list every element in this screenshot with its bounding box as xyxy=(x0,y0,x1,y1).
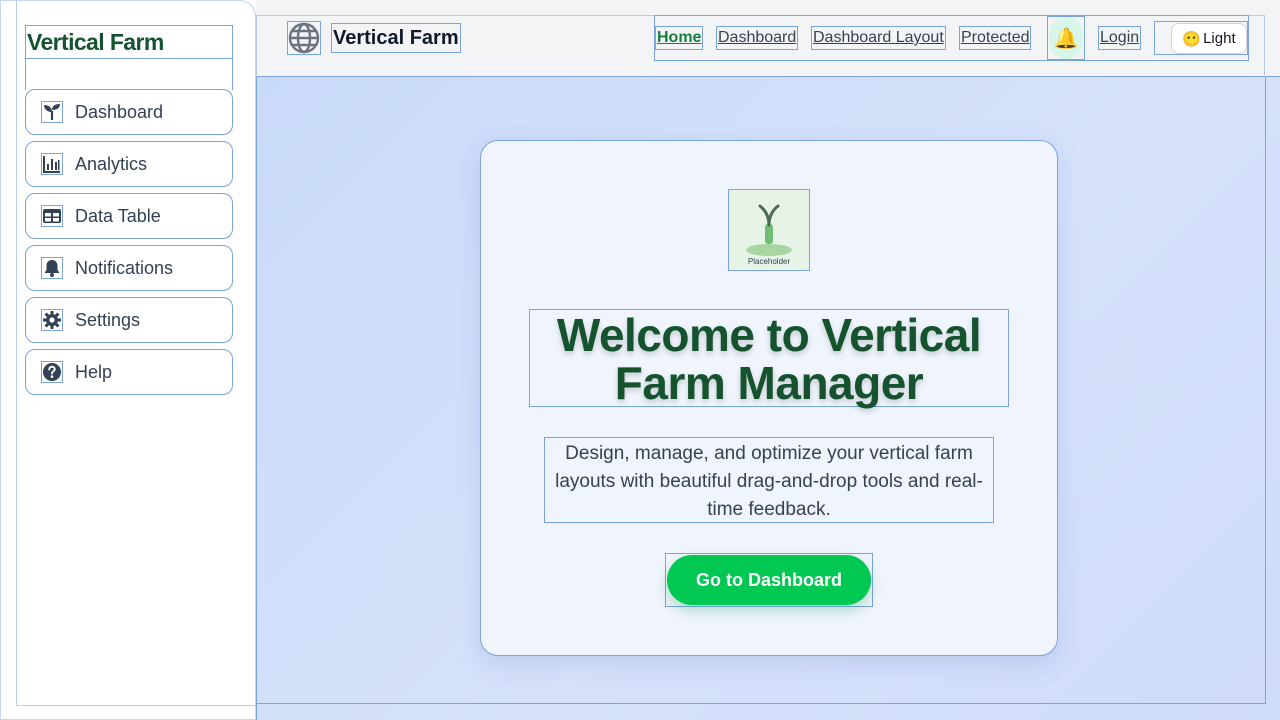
hero-subtitle: Design, manage, and optimize your vertic… xyxy=(544,437,994,523)
sidebar-item-label: Analytics xyxy=(75,153,148,174)
nav-link-dashboard[interactable]: Dashboard xyxy=(716,26,799,50)
hero-title: Welcome to Vertical Farm Manager xyxy=(529,309,1009,407)
cta-wrap: Go to Dashboard xyxy=(665,553,873,607)
bell-icon: 🔔 xyxy=(1053,27,1079,50)
welcome-card: Placeholder Welcome to Vertical Farm Man… xyxy=(480,140,1058,656)
sidebar-item-notifications[interactable]: Notifications xyxy=(25,245,233,291)
go-to-dashboard-button[interactable]: Go to Dashboard xyxy=(667,555,871,605)
sidebar-item-label: Data Table xyxy=(75,205,161,226)
bar-chart-icon xyxy=(41,153,63,175)
sidebar-item-label: Dashboard xyxy=(75,101,164,122)
question-icon xyxy=(41,361,63,383)
nav-link-protected[interactable]: Protected xyxy=(959,26,1032,50)
app-title: Vertical Farm xyxy=(331,23,461,53)
placeholder-image: Placeholder xyxy=(728,189,810,271)
sidebar: Vertical Farm Dashboard Analytics Data T… xyxy=(0,0,257,720)
sidebar-item-help[interactable]: Help xyxy=(25,349,233,395)
sidebar-nav: Dashboard Analytics Data Table Notificat… xyxy=(25,89,233,401)
sidebar-brand[interactable]: Vertical Farm xyxy=(25,25,233,59)
nav-link-dashboard-layout[interactable]: Dashboard Layout xyxy=(811,26,946,50)
gear-icon xyxy=(41,309,63,331)
sidebar-item-settings[interactable]: Settings xyxy=(25,297,233,343)
sidebar-item-label: Notifications xyxy=(75,257,174,278)
placeholder-label: Placeholder xyxy=(747,257,791,266)
sidebar-item-label: Help xyxy=(75,361,113,382)
sprout-icon xyxy=(41,101,63,123)
sidebar-brand-label: Vertical Farm xyxy=(27,29,164,55)
notification-button-wrap: 🔔 xyxy=(1047,16,1085,60)
sidebar-item-label: Settings xyxy=(75,309,141,330)
sidebar-item-analytics[interactable]: Analytics xyxy=(25,141,233,187)
theme-toggle-wrap: 😶 Light xyxy=(1154,21,1248,55)
sidebar-item-data-table[interactable]: Data Table xyxy=(25,193,233,239)
sidebar-item-dashboard[interactable]: Dashboard xyxy=(25,89,233,135)
table-icon xyxy=(41,205,63,227)
top-header: Vertical Farm Home Dashboard Dashboard L… xyxy=(256,0,1280,77)
nav-link-home[interactable]: Home xyxy=(655,26,704,50)
globe-icon xyxy=(287,21,321,55)
bell-icon xyxy=(41,257,63,279)
top-nav: Home Dashboard Dashboard Layout Protecte… xyxy=(654,15,1249,61)
sidebar-brand-spacer xyxy=(25,58,233,90)
nav-link-login[interactable]: Login xyxy=(1098,26,1142,50)
header-logo[interactable]: Vertical Farm xyxy=(287,21,461,55)
theme-toggle-button[interactable]: 😶 Light xyxy=(1171,23,1247,54)
main-content: Placeholder Welcome to Vertical Farm Man… xyxy=(256,77,1280,720)
theme-emoji-icon: 😶 xyxy=(1182,30,1202,48)
notification-button[interactable]: 🔔 xyxy=(1049,17,1083,59)
theme-toggle-label: Light xyxy=(1203,30,1236,47)
